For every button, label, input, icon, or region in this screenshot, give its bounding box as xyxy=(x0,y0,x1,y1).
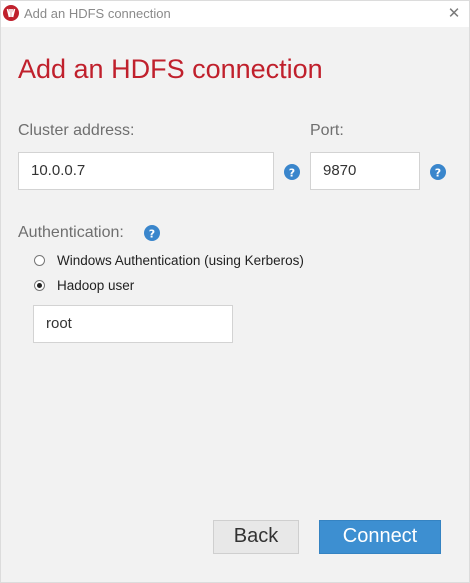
close-icon[interactable]: ✕ xyxy=(443,3,465,25)
radio-label: Windows Authentication (using Kerberos) xyxy=(57,253,304,268)
radio-button[interactable] xyxy=(34,255,45,266)
cluster-address-label: Cluster address: xyxy=(18,122,135,139)
cluster-address-input[interactable]: 10.0.0.7 xyxy=(18,152,274,190)
help-icon[interactable]: ? xyxy=(284,164,300,180)
svg-text:?: ? xyxy=(149,227,155,240)
connect-button[interactable]: Connect xyxy=(319,520,441,554)
hadoop-user-input[interactable]: root xyxy=(33,305,233,343)
radio-button[interactable] xyxy=(34,280,45,291)
port-label: Port: xyxy=(310,122,344,139)
authentication-label: Authentication: xyxy=(18,224,124,241)
radio-label: Hadoop user xyxy=(57,278,135,293)
dialog-window: Add an HDFS connection ✕ Add an HDFS con… xyxy=(0,0,470,583)
svg-text:?: ? xyxy=(435,166,441,179)
page-title: Add an HDFS connection xyxy=(18,54,323,84)
port-input[interactable]: 9870 xyxy=(310,152,420,190)
back-button[interactable]: Back xyxy=(213,520,299,554)
title-bar: Add an HDFS connection ✕ xyxy=(1,1,469,27)
svg-text:?: ? xyxy=(289,166,295,179)
radio-hadoop-user[interactable]: Hadoop user xyxy=(34,278,234,296)
help-icon[interactable]: ? xyxy=(430,164,446,180)
window-title: Add an HDFS connection xyxy=(24,6,171,21)
app-logo-icon xyxy=(3,5,19,21)
help-icon[interactable]: ? xyxy=(144,225,160,241)
radio-windows-auth[interactable]: Windows Authentication (using Kerberos) xyxy=(34,253,334,271)
